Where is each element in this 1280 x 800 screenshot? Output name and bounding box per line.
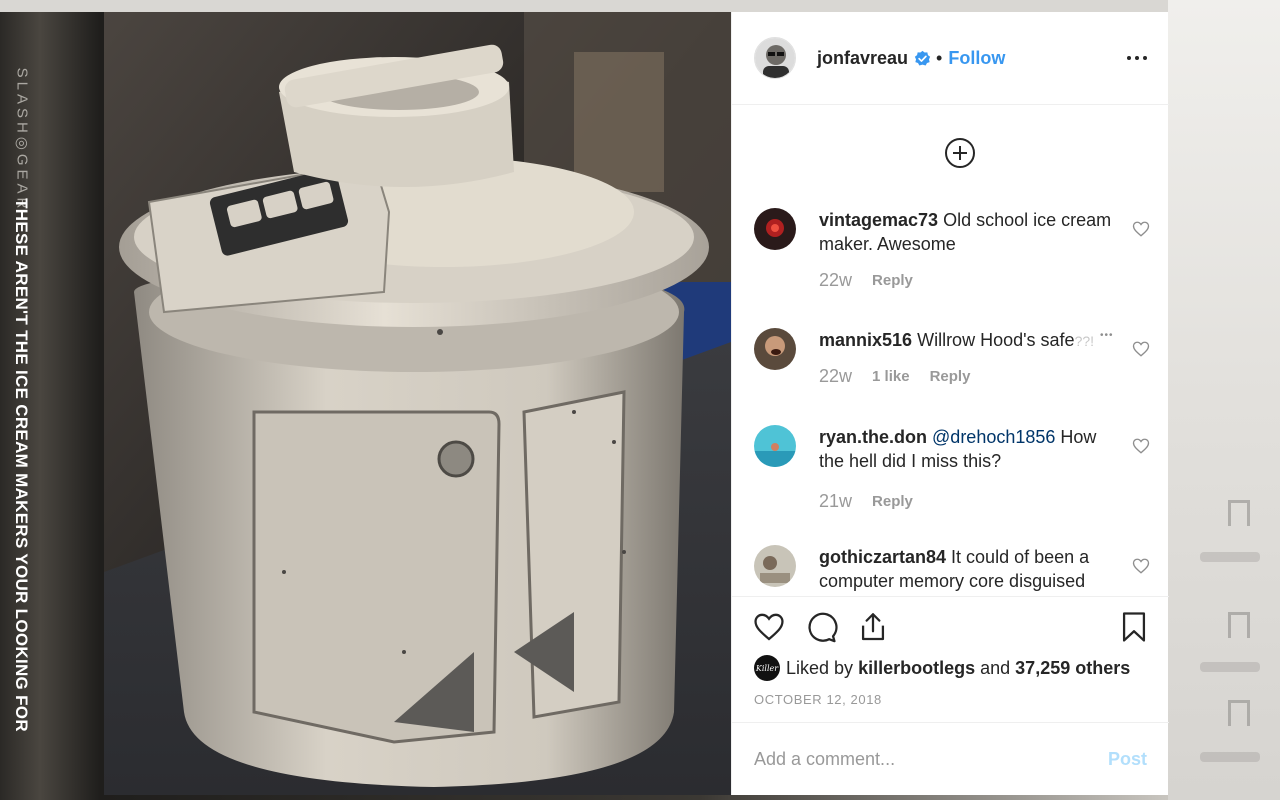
comment-text: mannix516 Willrow Hood's safe??!: [819, 328, 1139, 353]
reply-button[interactable]: Reply: [930, 368, 971, 385]
reply-button[interactable]: Reply: [872, 493, 913, 510]
likes-summary: Killer Liked by killerbootlegs and 37,25…: [754, 655, 1130, 681]
post-header: jonfavreau • Follow: [732, 12, 1169, 105]
background-text: [1200, 662, 1260, 672]
like-comment-heart-icon[interactable]: [1132, 437, 1150, 455]
author-username[interactable]: jonfavreau: [817, 48, 908, 69]
comment-body-trail: ??!: [1074, 333, 1095, 349]
follow-button[interactable]: Follow: [948, 48, 1005, 69]
commenter-username[interactable]: mannix516: [819, 330, 912, 350]
share-icon[interactable]: [856, 610, 890, 644]
comment-meta: 22w Reply: [819, 270, 913, 291]
more-options-icon[interactable]: [1127, 48, 1147, 68]
comment-likes[interactable]: 1 like: [872, 368, 910, 385]
background-right-feed: [1168, 0, 1280, 800]
comment-age[interactable]: 22w: [819, 366, 852, 387]
comment-meta: 22w 1 like Reply: [819, 366, 970, 387]
heart-icon[interactable]: [752, 610, 786, 644]
comment-meta: 21w Reply: [819, 491, 913, 512]
comment-item: ryan.the.don @drehoch1856 How the hell d…: [754, 425, 1154, 525]
side-caption-text: THESE AREN'T THE ICE CREAM MAKERS YOUR L…: [12, 198, 32, 732]
commenter-avatar[interactable]: [754, 545, 796, 587]
comment-icon[interactable]: [804, 610, 838, 644]
add-comment-bar: Post: [732, 722, 1169, 795]
commenter-username[interactable]: vintagemac73: [819, 210, 938, 230]
bookmark-icon[interactable]: [1117, 610, 1151, 644]
liker-avatar-text: Killer: [755, 663, 779, 673]
comment-item: mannix516 Willrow Hood's safe??! ••• 22w…: [754, 328, 1154, 408]
comment-body: Willrow Hood's safe: [917, 330, 1075, 350]
comment-text: vintagemac73 Old school ice cream maker.…: [819, 208, 1119, 256]
comment-text: ryan.the.don @drehoch1856 How the hell d…: [819, 425, 1119, 473]
liked-by-and: and: [980, 657, 1011, 678]
verified-icon: [914, 50, 931, 65]
comment-input[interactable]: [754, 748, 1108, 770]
comment-item: gothiczartan84 It could of been a comput…: [754, 545, 1154, 596]
comment-age[interactable]: 22w: [819, 270, 852, 291]
ice-cream-maker-prop-image: [104, 12, 731, 795]
background-top-bar: [0, 0, 1280, 12]
background-text: [1200, 752, 1260, 762]
post-details-panel: jonfavreau • Follow vintagemac73 Old sch…: [731, 12, 1169, 795]
liker-avatar[interactable]: Killer: [754, 655, 780, 681]
commenter-username[interactable]: ryan.the.don: [819, 427, 927, 447]
background-text: [1200, 552, 1260, 562]
author-avatar[interactable]: [754, 37, 796, 79]
comment-mention-link[interactable]: @drehoch1856: [932, 427, 1055, 447]
comment-more-icon[interactable]: •••: [1100, 330, 1114, 341]
watermark-text: SLASH◎GEAR: [13, 67, 31, 213]
post-date[interactable]: OCTOBER 12, 2018: [754, 692, 882, 707]
background-bookmark-icon: [1228, 612, 1250, 638]
likes-count-link[interactable]: 37,259 others: [1015, 658, 1130, 679]
comment-age[interactable]: 21w: [819, 491, 852, 512]
commenter-avatar[interactable]: [754, 328, 796, 370]
liked-by-prefix: Liked by: [786, 657, 854, 678]
reply-button[interactable]: Reply: [872, 272, 913, 289]
side-caption: THESE AREN'T THE ICE CREAM MAKERS YOUR L…: [0, 198, 42, 732]
like-comment-heart-icon[interactable]: [1132, 220, 1150, 238]
background-bookmark-icon: [1228, 700, 1250, 726]
background-bookmark-icon: [1228, 500, 1250, 526]
actions-divider: [732, 596, 1169, 597]
like-comment-heart-icon[interactable]: [1132, 557, 1150, 575]
comment-text: gothiczartan84 It could of been a comput…: [819, 545, 1119, 593]
header-separator: •: [936, 47, 943, 68]
liked-by-user-link[interactable]: killerbootlegs: [858, 658, 975, 679]
like-comment-heart-icon[interactable]: [1132, 340, 1150, 358]
commenter-avatar[interactable]: [754, 425, 796, 467]
commenter-username[interactable]: gothiczartan84: [819, 547, 946, 567]
post-photo: [104, 12, 731, 795]
comment-item: vintagemac73 Old school ice cream maker.…: [754, 208, 1154, 308]
commenter-avatar[interactable]: [754, 208, 796, 250]
post-comment-button[interactable]: Post: [1108, 749, 1147, 770]
add-circle-icon[interactable]: [944, 137, 976, 169]
